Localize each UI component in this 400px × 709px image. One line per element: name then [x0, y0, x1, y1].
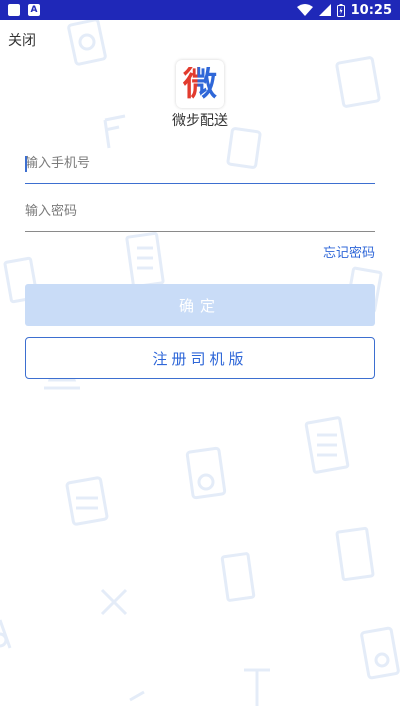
app-name: 微步配送	[172, 113, 228, 129]
app-square-icon	[8, 4, 20, 16]
phone-input[interactable]	[25, 144, 375, 183]
text-caret	[25, 156, 27, 172]
battery-icon	[336, 3, 345, 17]
password-input[interactable]	[25, 192, 375, 231]
forgot-password-link[interactable]: 忘记密码	[323, 242, 375, 261]
password-field	[25, 192, 375, 232]
wifi-icon	[296, 4, 313, 16]
notification-a-icon: A	[28, 4, 40, 16]
confirm-button[interactable]: 确定	[25, 284, 375, 326]
status-time: 10:25	[350, 2, 392, 18]
login-screen: A 10:25 关闭 微 微步配送 输入手机号 忘记密码 确定 注册司机版	[0, 0, 400, 709]
signal-icon	[318, 4, 331, 16]
app-logo-glyph: 微	[183, 64, 217, 104]
status-bar: A 10:25	[0, 0, 400, 20]
register-driver-button[interactable]: 注册司机版	[25, 337, 375, 379]
close-button[interactable]: 关闭	[8, 30, 36, 50]
app-logo: 微	[176, 60, 224, 108]
phone-field	[25, 144, 375, 184]
